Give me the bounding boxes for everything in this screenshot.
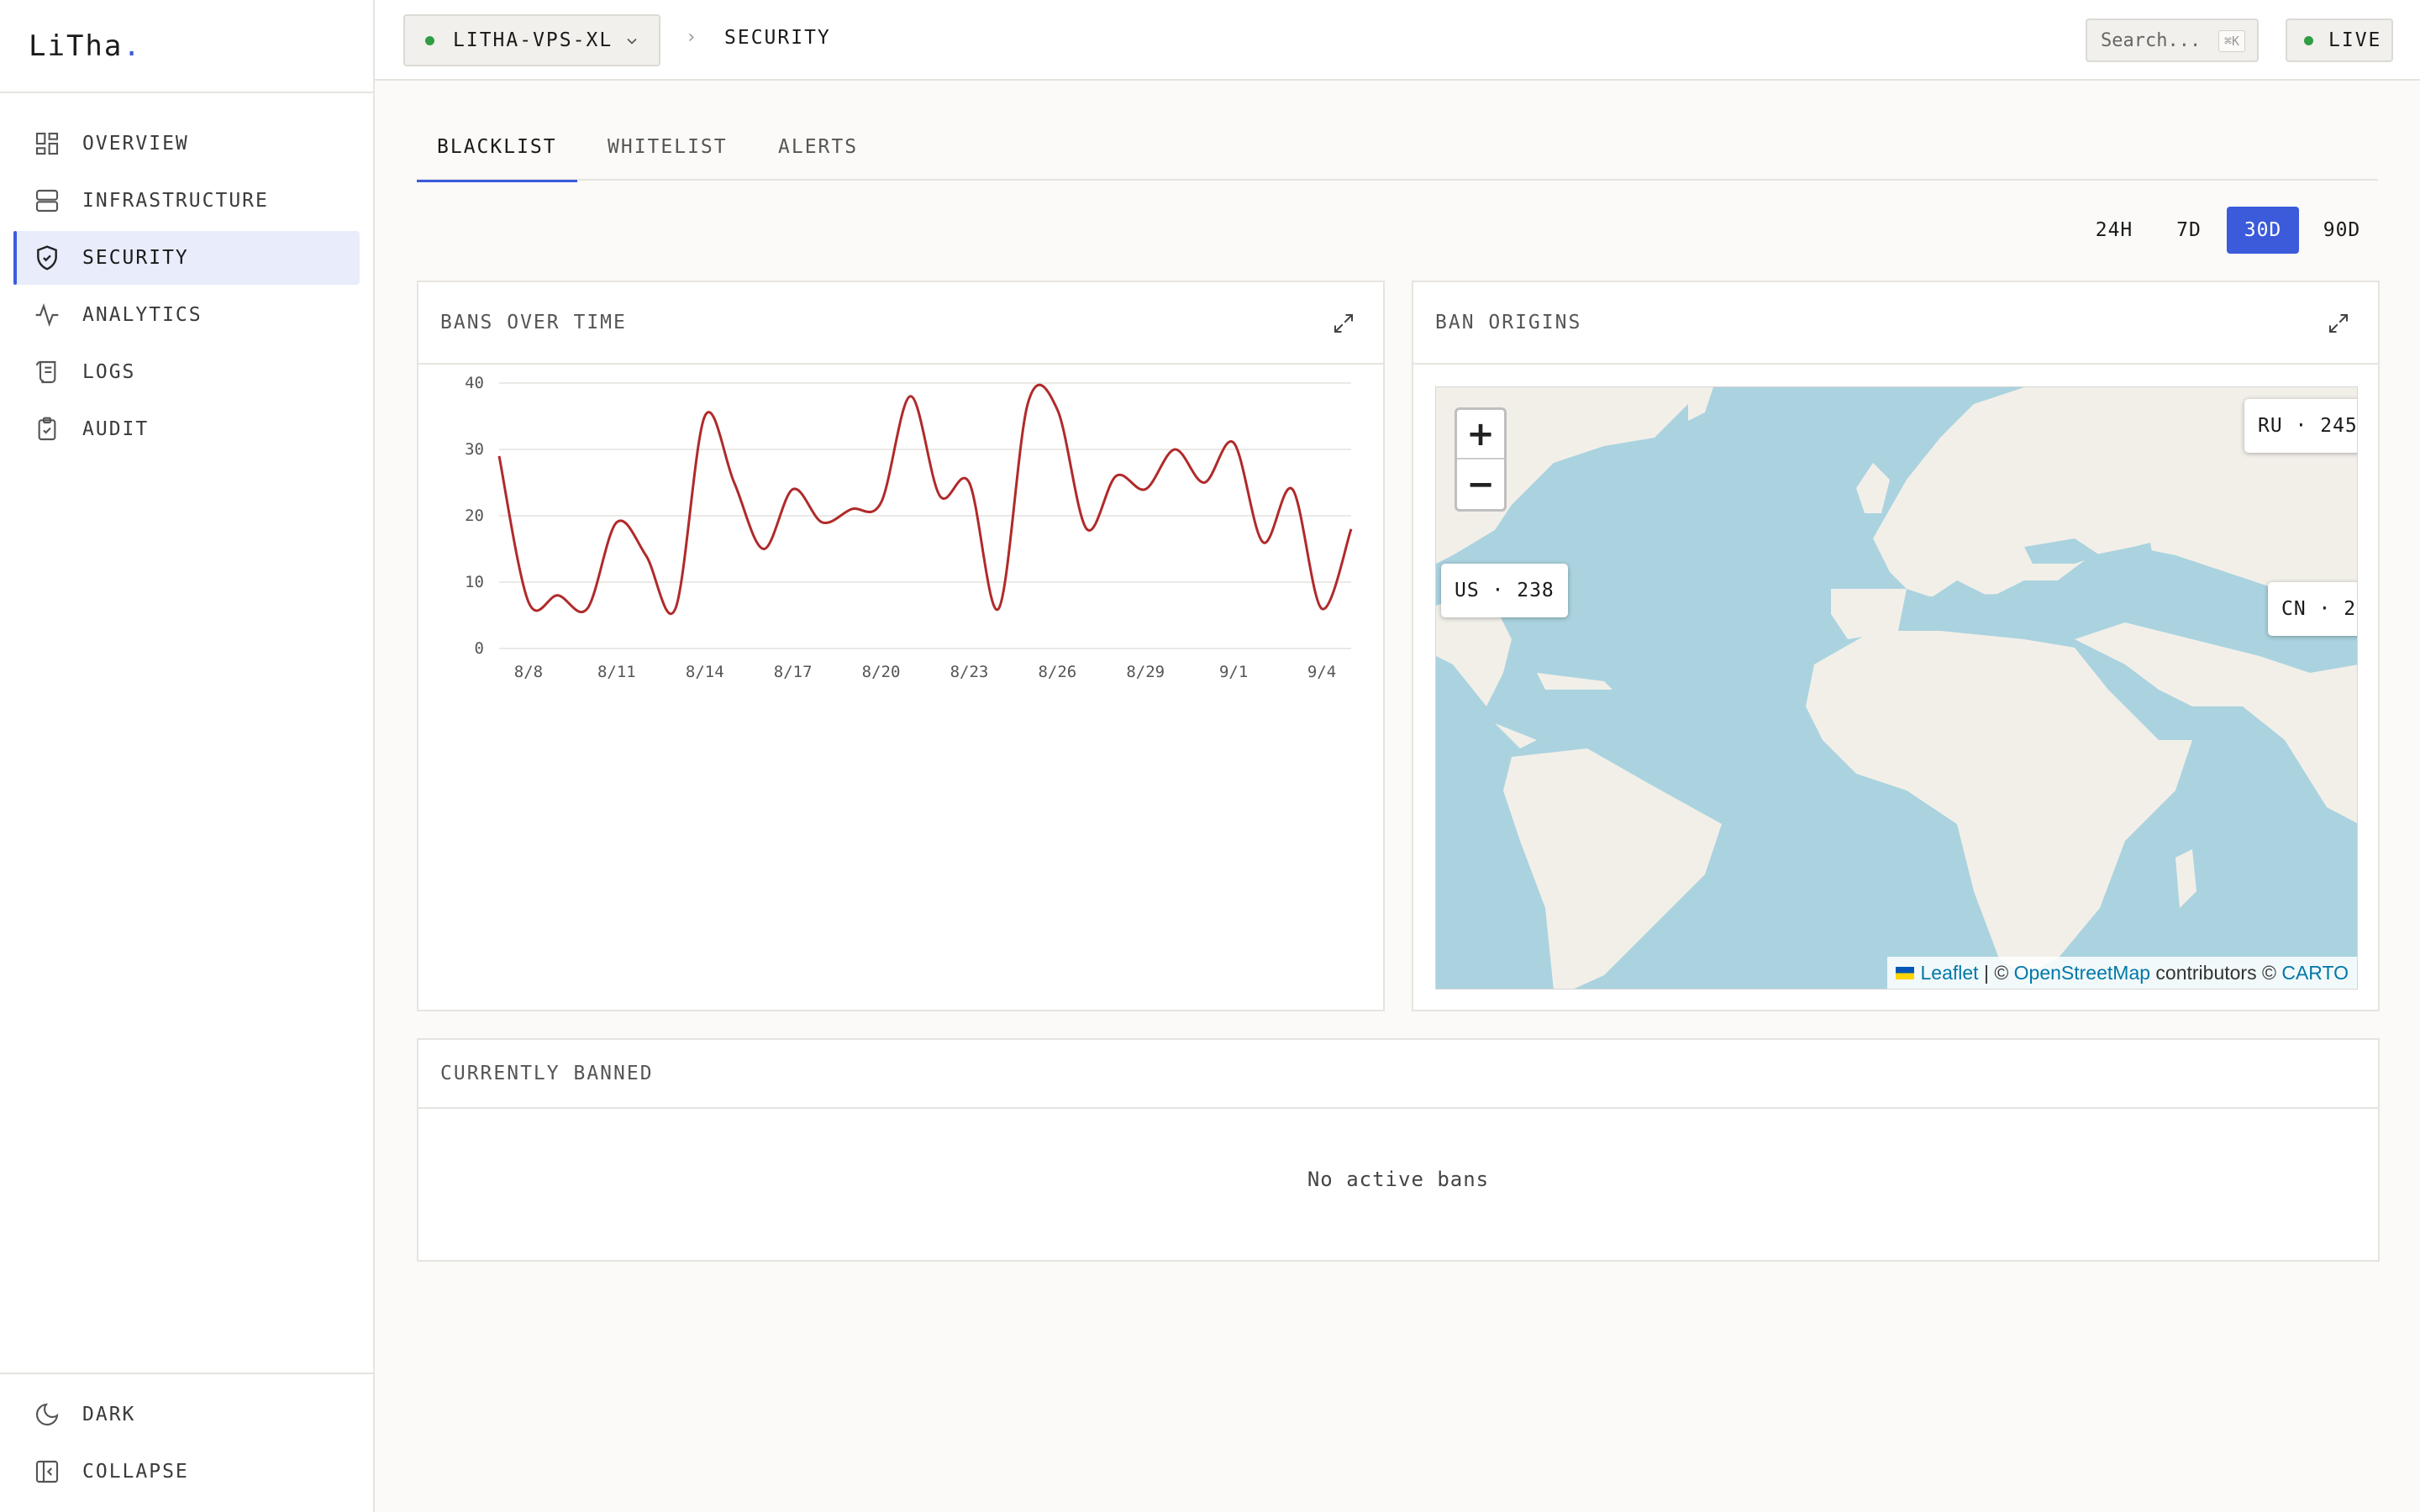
chevron-down-icon bbox=[623, 33, 640, 50]
sidebar: LiTha. OVERVIEW INFRASTRUCTURE SECURITY … bbox=[0, 0, 375, 1512]
collapse-icon bbox=[34, 1458, 60, 1485]
x-tick-label: 8/8 bbox=[514, 663, 543, 681]
ukraine-flag-icon bbox=[1895, 966, 1914, 979]
search-input[interactable]: Search... ⌘K bbox=[2086, 18, 2259, 62]
map-marker-ru[interactable]: RU · 245 bbox=[2244, 399, 2357, 453]
breadcrumb: SECURITY bbox=[724, 27, 831, 49]
sidebar-item-label: INFRASTRUCTURE bbox=[82, 190, 269, 212]
x-tick-label: 8/26 bbox=[1038, 663, 1076, 681]
y-tick-label: 20 bbox=[465, 507, 484, 525]
empty-state-message: No active bans bbox=[1307, 1168, 1490, 1191]
sidebar-item-label: LOGS bbox=[82, 361, 136, 383]
server-icon bbox=[34, 187, 60, 214]
map-marker-cn[interactable]: CN · 2 bbox=[2268, 582, 2357, 636]
brand-logo[interactable]: LiTha. bbox=[0, 0, 373, 93]
map-zoom-control: + − bbox=[1455, 407, 1507, 512]
x-tick-label: 8/17 bbox=[774, 663, 813, 681]
collapse-sidebar-button[interactable]: COLLAPSE bbox=[13, 1445, 360, 1499]
card-title: CURRENTLY BANNED bbox=[418, 1040, 2378, 1109]
map-attribution: Leaflet | © OpenStreetMap contributors ©… bbox=[1886, 957, 2357, 989]
x-tick-label: 8/14 bbox=[686, 663, 724, 681]
x-tick-label: 8/11 bbox=[597, 663, 636, 681]
top-bar: LITHA-VPS-XL › SECURITY Search... ⌘K LIV… bbox=[375, 0, 2420, 81]
card-title: BAN ORIGINS bbox=[1413, 282, 2378, 365]
range-30d[interactable]: 30D bbox=[2227, 207, 2299, 254]
dark-mode-toggle[interactable]: DARK bbox=[13, 1388, 360, 1441]
moon-icon bbox=[34, 1401, 60, 1428]
ban-origins-card: BAN ORIGINS + − RU · 245 US · 238 CN · 2… bbox=[1412, 281, 2380, 1011]
brand-name: LiTha bbox=[29, 29, 124, 63]
tab-whitelist[interactable]: WHITELIST bbox=[608, 136, 728, 181]
map-marker-us[interactable]: US · 238 bbox=[1441, 564, 1568, 617]
sidebar-item-label: SECURITY bbox=[82, 247, 189, 269]
leaflet-link[interactable]: Leaflet bbox=[1921, 962, 1979, 984]
x-tick-label: 9/1 bbox=[1219, 663, 1248, 681]
bans-line-chart: 0 10 20 30 40 8/8 8/11 8/14 8/17 8/20 8/23 8/26 8/29… bbox=[465, 374, 1353, 681]
live-label: LIVE bbox=[2328, 29, 2382, 51]
attribution-contrib: contributors © bbox=[2150, 961, 2282, 984]
attribution-sep: | © bbox=[1978, 961, 2014, 984]
sidebar-item-analytics[interactable]: ANALYTICS bbox=[13, 288, 360, 342]
ban-origins-map[interactable]: + − RU · 245 US · 238 CN · 2 Leaflet | ©… bbox=[1435, 386, 2358, 990]
shield-icon bbox=[34, 244, 60, 271]
server-status-dot bbox=[425, 35, 434, 45]
search-placeholder: Search... bbox=[2101, 29, 2202, 51]
y-tick-label: 40 bbox=[465, 374, 484, 392]
sidebar-item-audit[interactable]: AUDIT bbox=[13, 402, 360, 456]
live-status-dot bbox=[2304, 35, 2313, 45]
sidebar-item-label: ANALYTICS bbox=[82, 304, 203, 326]
x-tick-label: 8/20 bbox=[862, 663, 901, 681]
bans-over-time-card: BANS OVER TIME 0 10 20 30 40 8/8 8/11 8/14 8/17 8… bbox=[417, 281, 1385, 1011]
sidebar-item-label: OVERVIEW bbox=[82, 133, 189, 155]
collapse-label: COLLAPSE bbox=[82, 1461, 189, 1483]
tab-blacklist[interactable]: BLACKLIST bbox=[417, 136, 577, 182]
clipboard-check-icon bbox=[34, 416, 60, 443]
bans-series-line bbox=[497, 383, 1353, 616]
card-title: BANS OVER TIME bbox=[418, 282, 1383, 365]
range-90d[interactable]: 90D bbox=[2306, 207, 2378, 254]
brand-dot: . bbox=[123, 29, 142, 63]
live-indicator[interactable]: LIVE bbox=[2286, 18, 2393, 62]
osm-link[interactable]: OpenStreetMap bbox=[2014, 962, 2150, 984]
zoom-out-button[interactable]: − bbox=[1457, 459, 1504, 509]
carto-link[interactable]: CARTO bbox=[2281, 962, 2349, 984]
search-shortcut: ⌘K bbox=[2217, 30, 2245, 52]
x-tick-label: 9/4 bbox=[1307, 663, 1336, 681]
currently-banned-card: CURRENTLY BANNED No active bans bbox=[417, 1038, 2380, 1262]
sidebar-item-security[interactable]: SECURITY bbox=[13, 231, 360, 285]
sidebar-footer: DARK COLLAPSE bbox=[0, 1373, 373, 1512]
expand-icon[interactable] bbox=[2326, 311, 2351, 336]
world-map-tiles bbox=[1436, 387, 2357, 989]
x-tick-label: 8/23 bbox=[950, 663, 989, 681]
dark-mode-label: DARK bbox=[82, 1404, 136, 1425]
sidebar-item-label: AUDIT bbox=[82, 418, 150, 440]
expand-icon[interactable] bbox=[1331, 311, 1356, 336]
zoom-in-button[interactable]: + bbox=[1457, 410, 1504, 459]
range-7d[interactable]: 7D bbox=[2158, 207, 2220, 254]
scroll-icon bbox=[34, 359, 60, 386]
x-tick-label: 8/29 bbox=[1126, 663, 1165, 681]
sidebar-item-overview[interactable]: OVERVIEW bbox=[13, 117, 360, 171]
range-24h[interactable]: 24H bbox=[2081, 207, 2148, 254]
server-name: LITHA-VPS-XL bbox=[453, 29, 613, 51]
sidebar-item-infrastructure[interactable]: INFRASTRUCTURE bbox=[13, 174, 360, 228]
breadcrumb-separator: › bbox=[686, 27, 697, 48]
security-tabs: BLACKLIST WHITELIST ALERTS bbox=[417, 121, 2378, 182]
grid-icon bbox=[34, 130, 60, 157]
y-tick-label: 10 bbox=[465, 573, 484, 591]
tab-alerts[interactable]: ALERTS bbox=[778, 136, 858, 181]
server-select[interactable]: LITHA-VPS-XL bbox=[403, 14, 660, 66]
activity-icon bbox=[34, 302, 60, 328]
y-tick-label: 30 bbox=[465, 440, 484, 459]
sidebar-item-logs[interactable]: LOGS bbox=[13, 345, 360, 399]
sidebar-nav: OVERVIEW INFRASTRUCTURE SECURITY ANALYTI… bbox=[0, 93, 373, 456]
y-tick-label: 0 bbox=[475, 639, 484, 658]
